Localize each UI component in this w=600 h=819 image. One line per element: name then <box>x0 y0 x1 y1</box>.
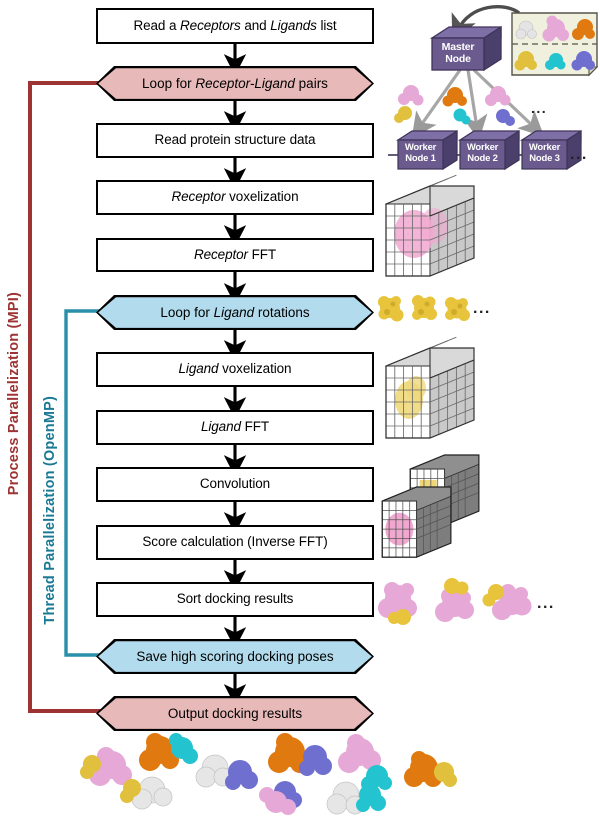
step-output-results[interactable]: Output docking results <box>96 696 374 731</box>
convolution-cubes <box>381 454 480 558</box>
worker-node-3-label[interactable]: Worker Node 3 <box>522 140 567 169</box>
step-loop-pairs[interactable]: Loop for Receptor-Ligand pairs <box>96 66 374 101</box>
worker-node-1-line1: Worker <box>404 142 437 154</box>
step-receptor-fft-label: Receptor FFT <box>193 246 277 262</box>
label-process-parallelization: Process Parallelization (MPI) <box>6 292 22 496</box>
step-receptor-fft[interactable]: Receptor FFT <box>96 238 374 272</box>
step-ligand-voxelization-label: Ligand voxelization <box>178 361 292 377</box>
step-convolution-label: Convolution <box>199 476 271 492</box>
step-sort-results-label: Sort docking results <box>176 591 294 607</box>
step-read-list[interactable]: Read a Receptors and Ligands list <box>96 8 374 44</box>
label-thread-parallelization: Thread Parallelization (OpenMP) <box>42 396 58 625</box>
step-loop-rotations-label: Loop for Ligand rotations <box>160 305 310 320</box>
flowchart-canvas: Read a Receptors and Ligands list Loop f… <box>0 0 600 819</box>
step-output-results-label: Output docking results <box>167 706 303 721</box>
step-ligand-fft-label: Ligand FFT <box>200 419 270 435</box>
worker-node-1-line2: Node 1 <box>405 153 436 164</box>
step-ligand-fft[interactable]: Ligand FFT <box>96 410 374 445</box>
step-score-calculation[interactable]: Score calculation (Inverse FFT) <box>96 525 374 560</box>
ligand-rotation-illustration <box>378 295 470 322</box>
step-score-calculation-label: Score calculation (Inverse FFT) <box>142 534 328 550</box>
step-convolution[interactable]: Convolution <box>96 467 374 502</box>
step-receptor-voxelization-label: Receptor voxelization <box>171 189 299 205</box>
step-read-structure-label: Read protein structure data <box>154 132 316 148</box>
step-save-poses-label: Save high scoring docking poses <box>136 649 334 664</box>
step-loop-rotations[interactable]: Loop for Ligand rotations <box>96 295 374 330</box>
worker-node-2-line2: Node 2 <box>467 153 498 164</box>
docking-results-gallery <box>80 733 457 815</box>
master-to-worker-arrows <box>411 68 545 141</box>
worker-node-3-line2: Node 3 <box>529 153 560 164</box>
worker-node-2-label[interactable]: Worker Node 2 <box>460 140 505 169</box>
ligand-voxel-cube <box>384 336 475 439</box>
receptor-voxel-cube <box>384 174 475 277</box>
master-node-line1: Master <box>441 40 475 53</box>
sorted-poses-illustration <box>378 578 532 625</box>
input-structure-card <box>511 12 599 77</box>
step-save-poses[interactable]: Save high scoring docking poses <box>96 639 374 674</box>
worker-node-3-line1: Worker <box>528 142 561 154</box>
step-loop-pairs-label: Loop for Receptor-Ligand pairs <box>142 76 328 91</box>
step-read-structure[interactable]: Read protein structure data <box>96 123 374 158</box>
sorted-poses-ellipsis: ... <box>537 595 555 612</box>
step-receptor-voxelization[interactable]: Receptor voxelization <box>96 180 374 215</box>
distributed-molecules-ellipsis: ... <box>531 100 548 116</box>
distributed-molecules-illustration <box>394 85 515 126</box>
step-read-list-label: Read a Receptors and Ligands list <box>133 17 337 33</box>
master-node-line2: Node <box>445 52 471 65</box>
worker-nodes-ellipsis: ... <box>570 146 588 163</box>
step-sort-results[interactable]: Sort docking results <box>96 582 374 617</box>
worker-node-2-line1: Worker <box>466 142 499 154</box>
worker-node-1-label[interactable]: Worker Node 1 <box>398 140 443 169</box>
master-node-label[interactable]: Master Node <box>432 38 484 70</box>
step-ligand-voxelization[interactable]: Ligand voxelization <box>96 352 374 387</box>
ligand-rotations-ellipsis: ... <box>473 300 491 317</box>
